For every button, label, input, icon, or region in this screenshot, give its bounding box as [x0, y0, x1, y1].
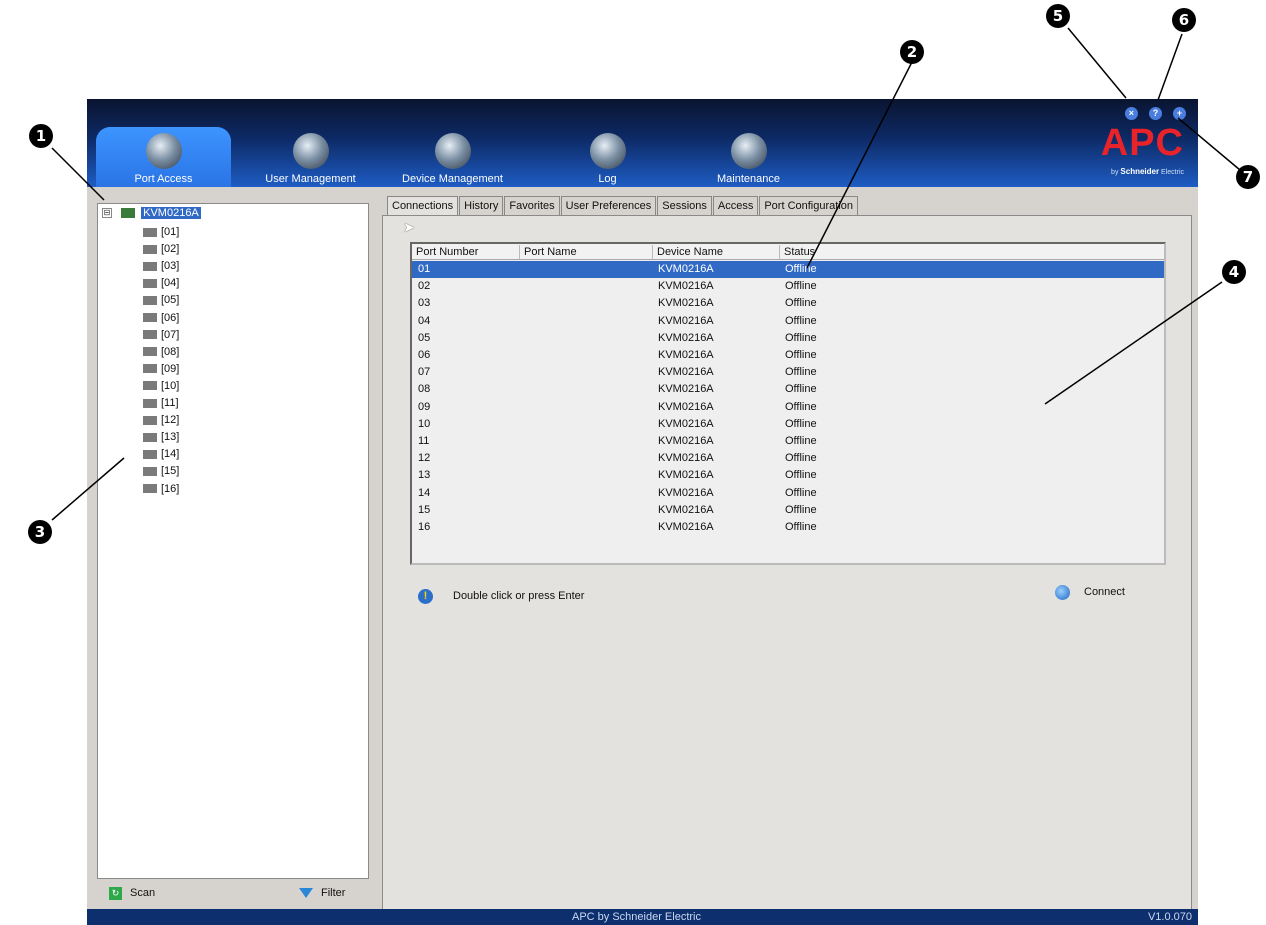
- callout-line-7: [1177, 117, 1241, 171]
- callout-1: 1: [29, 124, 53, 148]
- callout-lines: [51, 27, 1241, 521]
- callout-5: 5: [1046, 4, 1070, 28]
- callout-line-3: [51, 457, 125, 521]
- callout-line-6: [1157, 33, 1183, 101]
- callout-4: 4: [1222, 260, 1246, 284]
- callout-line-4: [1044, 281, 1223, 405]
- callout-line-2: [806, 61, 913, 269]
- callout-6: 6: [1172, 8, 1196, 32]
- callout-3: 3: [28, 520, 52, 544]
- callout-2: 2: [900, 40, 924, 64]
- callout-7: 7: [1236, 165, 1260, 189]
- callout-line-1: [51, 147, 105, 201]
- callout-line-5: [1067, 27, 1127, 99]
